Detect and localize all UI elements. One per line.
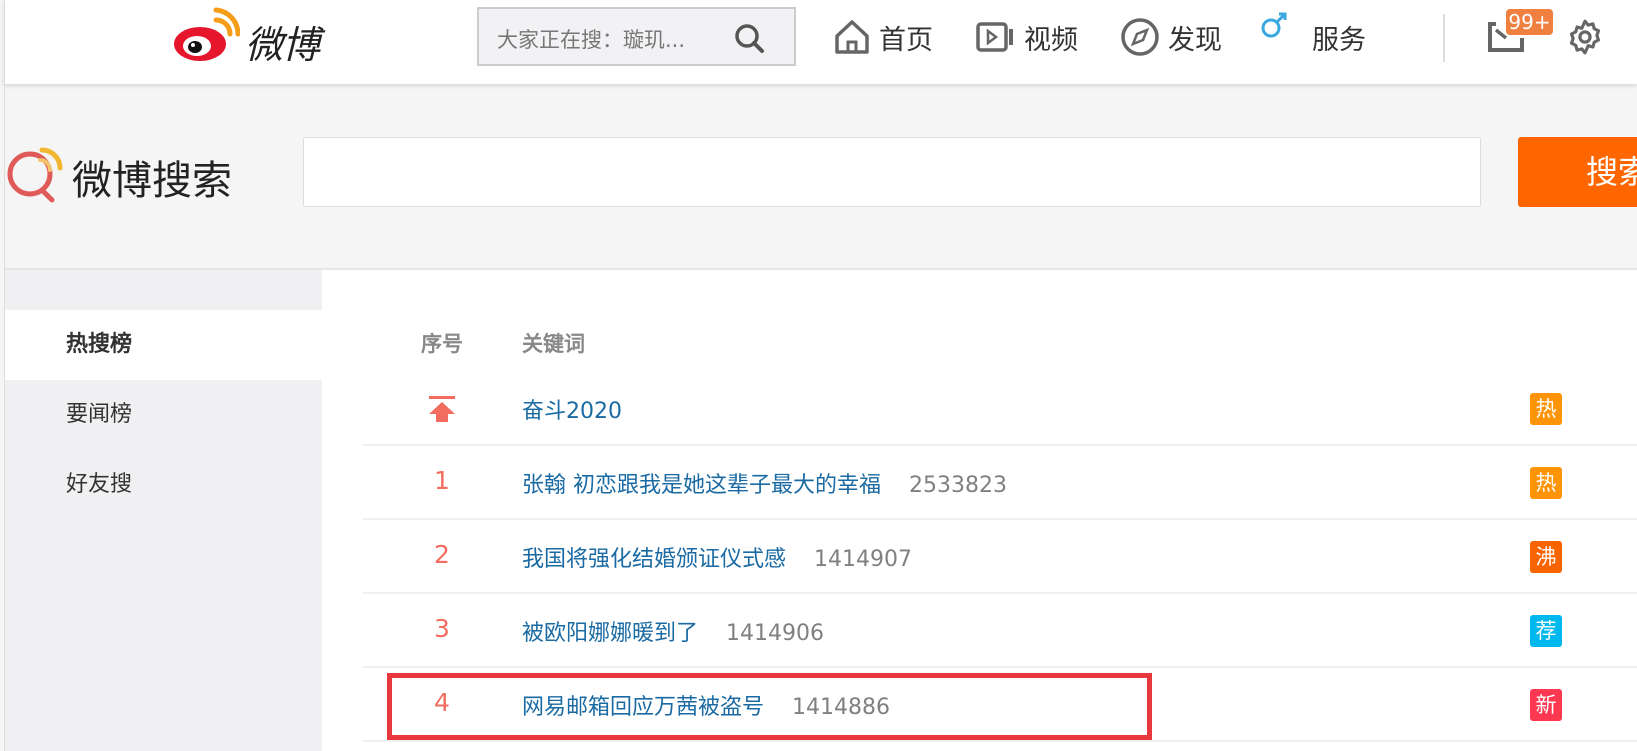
keyword-link[interactable]: 我国将强化结婚颁证仪式感 1414907 [522, 541, 912, 573]
nav-home[interactable]: 首页 [833, 0, 933, 74]
home-icon [835, 20, 869, 54]
table-row: 奋斗2020 热 [363, 372, 1637, 446]
nav-home-label: 首页 [879, 24, 933, 56]
header-keyword: 关键词 [522, 332, 585, 356]
keyword-text[interactable]: 被欧阳娜娜暖到了 [522, 621, 698, 646]
mail-badge: 99+ [1506, 9, 1553, 35]
sidebar-item-friends[interactable]: 好友搜 [5, 450, 322, 520]
weibo-search-logo-icon [7, 147, 63, 203]
gear-icon[interactable] [1566, 18, 1604, 56]
search-page-title: 微博搜索 [72, 158, 232, 204]
highlight-box [387, 673, 1152, 740]
search-button[interactable]: 搜索 [1518, 137, 1637, 207]
nav-discover-label: 发现 [1168, 24, 1222, 56]
nav-discover[interactable]: 发现 [1120, 0, 1222, 74]
top-search-input[interactable]: 大家正在搜：璇玑... [477, 7, 796, 66]
keyword-text[interactable]: 奋斗2020 [522, 399, 622, 424]
keyword-link[interactable]: 被欧阳娜娜暖到了 1414906 [522, 615, 824, 647]
boil-tag: 沸 [1530, 541, 1562, 573]
hot-tag: 热 [1530, 467, 1562, 499]
hot-tag: 热 [1530, 393, 1562, 425]
sidebar-item-hot-search[interactable]: 热搜榜 [5, 310, 322, 380]
keyword-link[interactable]: 张翰 初恋跟我是她这辈子最大的幸福 2533823 [522, 467, 1007, 499]
nav-service[interactable]: 服务 [1260, 0, 1366, 74]
table-row: 2 我国将强化结婚颁证仪式感 1414907 沸 [363, 520, 1637, 594]
header-rank: 序号 [421, 332, 463, 356]
rank-number: 2 [434, 540, 450, 569]
top-search-placeholder: 大家正在搜：璇玑... [497, 28, 686, 52]
keyword-text[interactable]: 我国将强化结婚颁证仪式感 [522, 547, 786, 572]
compass-icon [1121, 18, 1159, 56]
table-row: 3 被欧阳娜娜暖到了 1414906 荐 [363, 594, 1637, 668]
main-search-input[interactable] [303, 137, 1481, 207]
recommend-tag: 荐 [1530, 615, 1562, 647]
weibo-logo-text: 微博 [245, 23, 320, 67]
search-icon[interactable] [733, 22, 765, 54]
new-tag: 新 [1530, 689, 1562, 721]
weibo-logo-icon[interactable] [170, 6, 240, 62]
nav-video[interactable]: 视频 [976, 0, 1078, 74]
nav-service-label: 服务 [1312, 24, 1366, 56]
nav-video-label: 视频 [1024, 24, 1078, 56]
rank-number: 3 [434, 614, 450, 643]
keyword-text[interactable]: 张翰 初恋跟我是她这辈子最大的幸福 [522, 473, 881, 498]
rank-number: 1 [434, 466, 450, 495]
search-count: 2533823 [909, 473, 1007, 498]
keyword-link[interactable]: 奋斗2020 [522, 393, 622, 425]
search-count: 1414906 [726, 621, 824, 646]
pinned-top-icon [429, 396, 455, 422]
nav-divider [1443, 14, 1445, 62]
male-icon [1261, 12, 1287, 38]
sidebar-item-news[interactable]: 要闻榜 [5, 380, 322, 450]
table-row: 1 张翰 初恋跟我是她这辈子最大的幸福 2533823 热 [363, 446, 1637, 520]
search-count: 1414907 [814, 547, 912, 572]
video-icon [976, 22, 1013, 52]
